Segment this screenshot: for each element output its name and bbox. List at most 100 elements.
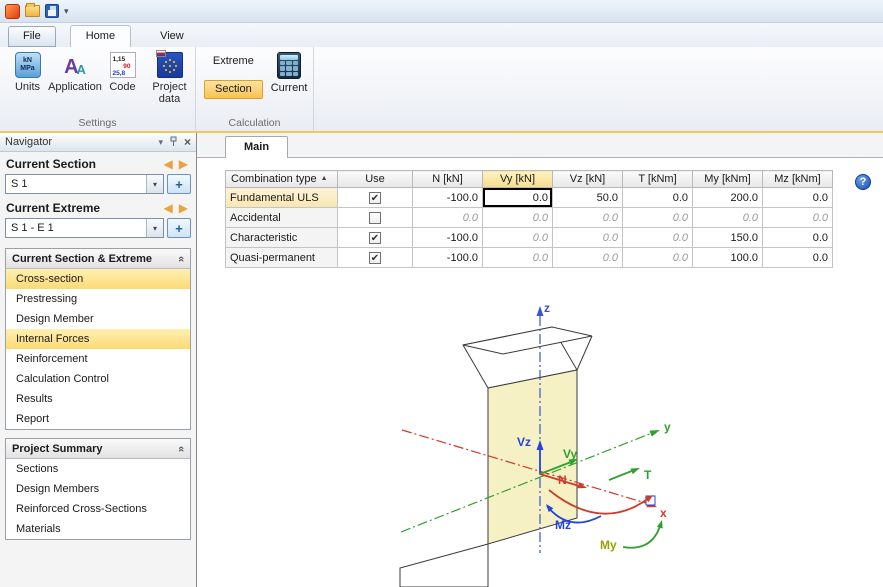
current-button[interactable]: Current bbox=[271, 52, 308, 99]
n-cell[interactable]: -100.0 bbox=[413, 248, 483, 268]
my-cell[interactable]: 200.0 bbox=[693, 188, 763, 208]
save-icon[interactable] bbox=[45, 4, 59, 18]
table-header-row: Combination type▲ Use N [kN] Vy [kN] Vz … bbox=[226, 171, 833, 188]
mz-cell[interactable]: 0.0 bbox=[763, 228, 833, 248]
nav-item-report[interactable]: Report bbox=[6, 409, 190, 429]
close-icon[interactable]: × bbox=[184, 135, 191, 149]
next-section-icon[interactable]: ▶ bbox=[176, 157, 191, 171]
mz-cell[interactable]: 0.0 bbox=[763, 208, 833, 228]
use-checkbox[interactable] bbox=[369, 212, 381, 224]
prev-section-icon[interactable]: ◀ bbox=[161, 157, 176, 171]
nav-item-results[interactable]: Results bbox=[6, 389, 190, 409]
vz-cell[interactable]: 0.0 bbox=[553, 208, 623, 228]
open-icon[interactable] bbox=[25, 5, 40, 17]
current-button-label: Current bbox=[271, 82, 308, 94]
use-cell bbox=[338, 208, 413, 228]
column-header-use[interactable]: Use bbox=[338, 171, 413, 188]
nav-item-internal-forces[interactable]: Internal Forces bbox=[6, 329, 190, 349]
use-checkbox[interactable]: ✔ bbox=[369, 252, 381, 264]
column-header-vz[interactable]: Vz [kN] bbox=[553, 171, 623, 188]
vy-cell[interactable]: 0.0 bbox=[483, 208, 553, 228]
current-extreme-dropdown[interactable]: S 1 - E 1 ▾ bbox=[5, 218, 164, 238]
n-cell[interactable]: -100.0 bbox=[413, 228, 483, 248]
current-extreme-label: Current Extreme bbox=[6, 201, 161, 215]
vz-label: Vz bbox=[517, 435, 531, 449]
prev-extreme-icon[interactable]: ◀ bbox=[161, 201, 176, 215]
combination-type-cell[interactable]: Quasi-permanent bbox=[226, 248, 338, 268]
combination-type-cell[interactable]: Characteristic bbox=[226, 228, 338, 248]
vz-cell[interactable]: 0.0 bbox=[553, 228, 623, 248]
column-header-n[interactable]: N [kN] bbox=[413, 171, 483, 188]
tab-home[interactable]: Home bbox=[70, 25, 131, 48]
add-section-button[interactable]: + bbox=[167, 174, 191, 194]
column-header-mz[interactable]: Mz [kNm] bbox=[763, 171, 833, 188]
quick-access-dropdown-icon[interactable]: ▾ bbox=[64, 6, 69, 17]
vy-cell[interactable]: 0.0 bbox=[483, 248, 553, 268]
t-cell[interactable]: 0.0 bbox=[623, 188, 693, 208]
app-icon[interactable] bbox=[5, 4, 20, 19]
check-icon: ✔ bbox=[370, 233, 380, 244]
vz-cell[interactable]: 50.0 bbox=[553, 188, 623, 208]
nav-item-calculation-control[interactable]: Calculation Control bbox=[6, 369, 190, 389]
application-button[interactable]: A A Application bbox=[51, 52, 99, 105]
nav-item-design-members[interactable]: Design Members bbox=[6, 479, 190, 499]
vy-cell[interactable]: 0.0 bbox=[483, 228, 553, 248]
nav-item-design-member[interactable]: Design Member bbox=[6, 309, 190, 329]
pin-icon[interactable] bbox=[169, 136, 178, 149]
units-button[interactable]: kN MPa Units bbox=[4, 52, 51, 105]
add-extreme-button[interactable]: + bbox=[167, 218, 191, 238]
nav-item-reinforced-cross-sections[interactable]: Reinforced Cross-Sections bbox=[6, 499, 190, 519]
settings-group-label: Settings bbox=[0, 117, 195, 129]
combination-type-cell[interactable]: Accidental bbox=[226, 208, 338, 228]
navigator-panel: Navigator ▾ × Current Section ◀ ▶ S 1 ▾ … bbox=[0, 133, 197, 587]
n-cell[interactable]: 0.0 bbox=[413, 208, 483, 228]
group-header[interactable]: Project Summary « bbox=[6, 439, 190, 459]
nav-item-reinforcement[interactable]: Reinforcement bbox=[6, 349, 190, 369]
nav-item-materials[interactable]: Materials bbox=[6, 519, 190, 539]
next-extreme-icon[interactable]: ▶ bbox=[176, 201, 191, 215]
chevron-down-icon[interactable]: ▾ bbox=[146, 175, 163, 193]
column-header-t[interactable]: T [kNm] bbox=[623, 171, 693, 188]
tab-view[interactable]: View bbox=[145, 26, 199, 47]
my-cell[interactable]: 100.0 bbox=[693, 248, 763, 268]
internal-forces-table: Combination type▲ Use N [kN] Vy [kN] Vz … bbox=[225, 170, 833, 268]
my-cell[interactable]: 150.0 bbox=[693, 228, 763, 248]
combination-type-cell[interactable]: Fundamental ULS bbox=[226, 188, 338, 208]
chevron-down-icon[interactable]: ▾ bbox=[146, 219, 163, 237]
nav-item-sections[interactable]: Sections bbox=[6, 459, 190, 479]
t-cell[interactable]: 0.0 bbox=[623, 228, 693, 248]
tab-file[interactable]: File bbox=[8, 26, 56, 47]
project-data-button[interactable]: Project data bbox=[146, 52, 193, 105]
use-checkbox[interactable]: ✔ bbox=[369, 192, 381, 204]
mz-cell[interactable]: 0.0 bbox=[763, 188, 833, 208]
t-cell[interactable]: 0.0 bbox=[623, 248, 693, 268]
use-cell: ✔ bbox=[338, 188, 413, 208]
z-axis-label: z bbox=[544, 301, 550, 315]
nav-item-cross-section[interactable]: Cross-section bbox=[6, 269, 190, 289]
vy-cell-selected[interactable]: 0.0 bbox=[483, 188, 553, 208]
units-button-label: Units bbox=[15, 81, 40, 93]
nav-item-prestressing[interactable]: Prestressing bbox=[6, 289, 190, 309]
code-button[interactable]: 1,15 90 25,8 Code bbox=[99, 52, 146, 105]
my-cell[interactable]: 0.0 bbox=[693, 208, 763, 228]
current-extreme-value: S 1 - E 1 bbox=[6, 219, 146, 237]
mz-cell[interactable]: 0.0 bbox=[763, 248, 833, 268]
units-icon-text-bottom: MPa bbox=[20, 65, 34, 73]
n-cell[interactable]: -100.0 bbox=[413, 188, 483, 208]
current-section-label: Current Section bbox=[6, 157, 161, 171]
column-header-my[interactable]: My [kNm] bbox=[693, 171, 763, 188]
column-header-vy[interactable]: Vy [kN] bbox=[483, 171, 553, 188]
column-header-combination-type[interactable]: Combination type▲ bbox=[226, 171, 338, 188]
internal-forces-diagram: z y x Vz Vy N T Mz My bbox=[197, 300, 883, 587]
current-section-dropdown[interactable]: S 1 ▾ bbox=[5, 174, 164, 194]
vz-cell[interactable]: 0.0 bbox=[553, 248, 623, 268]
t-cell[interactable]: 0.0 bbox=[623, 208, 693, 228]
group-header[interactable]: Current Section & Extreme « bbox=[6, 249, 190, 269]
collapse-chevron-icon[interactable]: « bbox=[175, 445, 187, 451]
use-checkbox[interactable]: ✔ bbox=[369, 232, 381, 244]
panel-menu-icon[interactable]: ▾ bbox=[158, 137, 163, 148]
collapse-chevron-icon[interactable]: « bbox=[175, 255, 187, 261]
help-icon[interactable]: ? bbox=[855, 174, 871, 190]
section-button[interactable]: Section bbox=[204, 80, 263, 99]
tab-main[interactable]: Main bbox=[225, 136, 288, 158]
